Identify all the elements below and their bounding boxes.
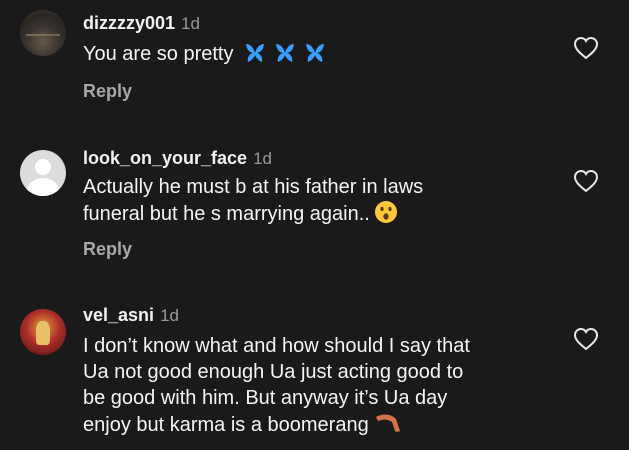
avatar[interactable] [20, 150, 66, 196]
comment-line: be good with him. But anyway it’s Ua day [83, 387, 448, 409]
comment-username[interactable]: dizzzzy001 1d [83, 13, 200, 34]
comment-age: 1d [181, 14, 200, 33]
comment-line: Ua not good enough Ua just acting good t… [83, 361, 464, 383]
default-avatar-head [35, 159, 51, 175]
comment-username[interactable]: look_on_your_face 1d [83, 148, 272, 169]
comment-age: 1d [160, 306, 179, 325]
comment-text: Actually he must b at his father in laws… [83, 174, 423, 231]
comment-username[interactable]: vel_asni 1d [83, 305, 179, 326]
comment-line: You are so pretty [83, 43, 234, 65]
reply-button[interactable]: Reply [83, 81, 132, 102]
comment-text: I don’t know what and how should I say t… [83, 333, 470, 442]
avatar[interactable] [20, 10, 66, 56]
comment-line: Actually he must b at his father in laws [83, 176, 424, 198]
avatar-figure [36, 321, 50, 345]
boomerang-icon [373, 411, 403, 442]
butterfly-icon [243, 42, 329, 71]
comment-text: You are so pretty [83, 41, 329, 71]
avatar[interactable] [20, 309, 66, 355]
default-avatar-shoulders [27, 178, 59, 196]
like-heart-icon[interactable] [573, 36, 599, 60]
comment-line: enjoy but karma is a boomerang [83, 414, 369, 436]
username-text[interactable]: look_on_your_face [83, 148, 247, 168]
comment-age: 1d [253, 149, 272, 168]
username-text[interactable]: vel_asni [83, 305, 154, 325]
comment-line: funeral but he s marrying again.. [83, 203, 370, 225]
like-heart-icon[interactable] [573, 327, 599, 351]
reply-button[interactable]: Reply [83, 239, 132, 260]
like-heart-icon[interactable] [573, 169, 599, 193]
username-text[interactable]: dizzzzy001 [83, 13, 175, 33]
comment-line: I don’t know what and how should I say t… [83, 335, 470, 357]
astonished-face-icon [374, 200, 398, 231]
